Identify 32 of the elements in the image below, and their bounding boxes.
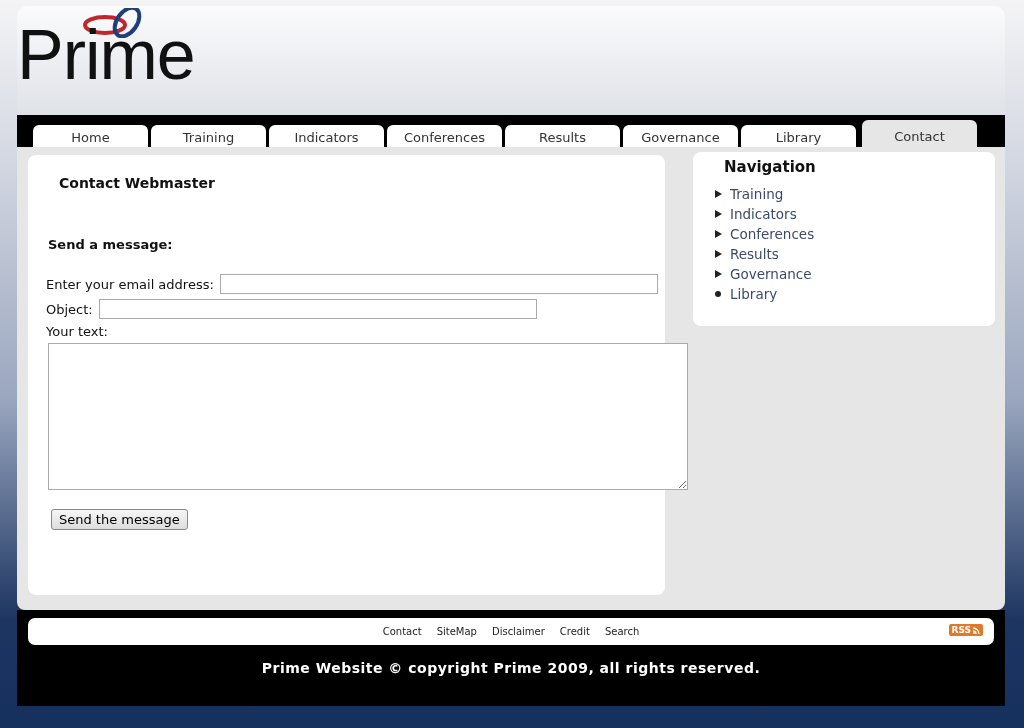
navigation-link[interactable]: Training [730, 186, 784, 202]
footer-link[interactable]: SiteMap [436, 626, 477, 637]
nav-tab[interactable]: Contact [862, 120, 977, 147]
nav-tab[interactable]: Home [33, 125, 148, 147]
nav-tab[interactable]: Governance [623, 125, 738, 147]
navigation-title: Navigation [724, 158, 817, 176]
navigation-link[interactable]: Library [730, 286, 778, 302]
navigation-link[interactable]: Results [730, 246, 779, 262]
nav-tab[interactable]: Training [151, 125, 266, 147]
nav-tab[interactable]: Indicators [269, 125, 384, 147]
footer-link[interactable]: Credit [559, 626, 590, 637]
field-label: Your text: [46, 324, 109, 339]
email-field[interactable] [219, 274, 658, 294]
footer-link[interactable]: Contact [382, 626, 422, 637]
nav-tab[interactable]: Library [741, 125, 856, 147]
message-field[interactable] [48, 343, 688, 490]
send-button[interactable]: Send the message [51, 509, 188, 530]
field-label: Enter your email address: [46, 276, 214, 292]
navigation-link[interactable]: Indicators [730, 206, 797, 222]
nav-tab[interactable]: Results [505, 125, 620, 147]
logo[interactable]: Prime [17, 20, 195, 90]
footer-link[interactable]: Disclaimer [491, 626, 545, 637]
navigation-link[interactable]: Governance [730, 266, 812, 282]
copyright-text: Prime Website © copyright Prime 2009, all rights reserved. [260, 659, 762, 678]
section-heading: Send a message: [48, 237, 174, 252]
object-field[interactable] [98, 299, 537, 319]
footer-link[interactable]: Search [604, 626, 640, 637]
nav-tab[interactable]: Conferences [387, 125, 502, 147]
navigation-link[interactable]: Conferences [730, 226, 815, 242]
page-title: Contact Webmaster [59, 175, 216, 191]
field-label: Object: [46, 301, 93, 317]
rss-feed-icon [973, 626, 980, 634]
